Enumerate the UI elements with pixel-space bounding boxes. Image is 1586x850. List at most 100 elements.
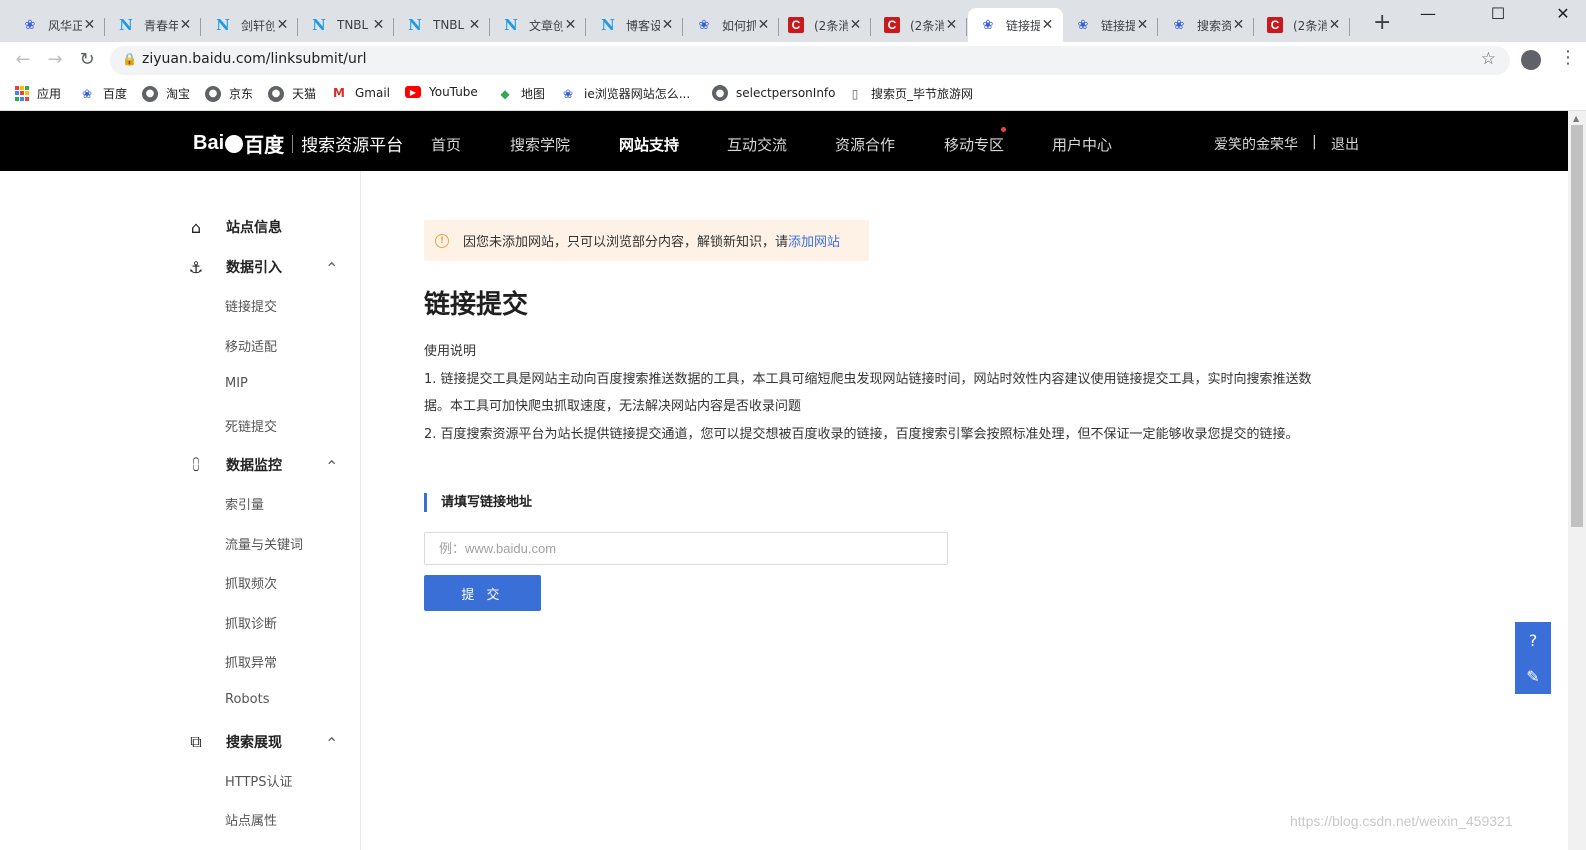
sidebar-item[interactable]: 索引量 bbox=[225, 494, 264, 513]
bookmark-item[interactable]: ❀ 百度 bbox=[79, 85, 127, 102]
close-tab-icon[interactable]: ✕ bbox=[563, 17, 578, 33]
tn-icon: N bbox=[408, 16, 422, 34]
add-site-link[interactable]: 添加网站 bbox=[788, 231, 840, 250]
page-title: 链接提交 bbox=[424, 290, 529, 320]
chevron-up-icon[interactable]: ⌃ bbox=[325, 457, 338, 476]
browser-tab[interactable]: ❀ 链接提 ✕ bbox=[968, 8, 1063, 42]
browser-tab[interactable]: ❀ 风华正 ✕ bbox=[10, 8, 105, 42]
feedback-icon[interactable]: ✎ bbox=[1515, 658, 1551, 694]
nav-item[interactable]: 互动交流 bbox=[727, 134, 787, 155]
sidebar-item[interactable]: 站点属性 bbox=[225, 810, 277, 829]
minimize-button[interactable]: — bbox=[1405, 4, 1451, 23]
sidebar-item[interactable]: 抓取异常 bbox=[225, 652, 277, 671]
profile-icon[interactable] bbox=[1521, 50, 1541, 70]
close-tab-icon[interactable]: ✕ bbox=[944, 17, 959, 33]
browser-tab[interactable]: N TNBL ✕ bbox=[299, 8, 394, 42]
bookmark-item[interactable]: ● selectpersonInfo bbox=[712, 85, 836, 101]
sidebar-item[interactable]: 流量与关键词 bbox=[225, 534, 303, 553]
username-link[interactable]: 爱笑的金荣华 bbox=[1214, 134, 1298, 154]
forward-icon[interactable]: → bbox=[44, 49, 66, 70]
vertical-scrollbar[interactable]: ▲ bbox=[1568, 111, 1586, 850]
close-window-button[interactable]: ✕ bbox=[1540, 4, 1586, 23]
close-tab-icon[interactable]: ✕ bbox=[275, 17, 290, 33]
address-bar[interactable]: 🔒 ziyuan.baidu.com/linksubmit/url ☆ bbox=[110, 46, 1510, 75]
nav-item[interactable]: 搜索学院 bbox=[510, 134, 570, 155]
sidebar-section[interactable]: ⧉ 搜索展现 bbox=[186, 732, 282, 752]
bookmark-item[interactable]: 应用 bbox=[15, 85, 61, 102]
sidebar-section[interactable]: ⩇ 数据监控 bbox=[186, 455, 282, 475]
back-icon[interactable]: ← bbox=[12, 49, 34, 70]
sidebar-item[interactable]: Robots bbox=[225, 692, 269, 707]
browser-tab[interactable]: N 青春年 ✕ bbox=[106, 8, 201, 42]
nav-item[interactable]: 资源合作 bbox=[835, 134, 895, 155]
tab-separator bbox=[585, 18, 586, 36]
sidebar-item[interactable]: MIP bbox=[225, 376, 248, 391]
csdn-icon: C bbox=[884, 17, 900, 33]
browser-tab[interactable]: N TNBL ✕ bbox=[395, 8, 490, 42]
bookmark-star-icon[interactable]: ☆ bbox=[1481, 49, 1496, 69]
close-tab-icon[interactable]: ✕ bbox=[660, 17, 675, 33]
help-icon[interactable]: ? bbox=[1515, 622, 1551, 658]
link-url-input[interactable] bbox=[424, 532, 948, 565]
sidebar-item[interactable]: 死链提交 bbox=[225, 416, 277, 435]
browser-tab[interactable]: ❀ 链接提 ✕ bbox=[1063, 8, 1158, 42]
chevron-up-icon[interactable]: ⌃ bbox=[325, 734, 338, 753]
sidebar: ⌂ 站点信息 ⚓ 数据引入 ⌃ 链接提交移动适配 MIP 死链提交 ⩇ 数据监控 ⌃ 索引量流量与关键… bbox=[0, 171, 361, 850]
scroll-up-icon[interactable]: ▲ bbox=[1573, 114, 1579, 123]
browser-tab[interactable]: N 文章创 ✕ bbox=[491, 8, 586, 42]
nav-item[interactable]: 用户中心 bbox=[1052, 134, 1112, 155]
submit-button[interactable]: 提 交 bbox=[424, 575, 541, 611]
nav-item[interactable]: 首页 bbox=[431, 134, 461, 155]
chevron-up-icon[interactable]: ⌃ bbox=[325, 259, 338, 278]
tab-title: 剑轩创 bbox=[241, 18, 275, 33]
browser-tab[interactable]: C (2条消 ✕ bbox=[776, 8, 871, 42]
tn-icon: N bbox=[216, 16, 230, 34]
browser-tab[interactable]: N 剑轩创 ✕ bbox=[203, 8, 298, 42]
browser-tab[interactable]: ❀ 搜索资 ✕ bbox=[1159, 8, 1254, 42]
browser-tab[interactable]: N 博客设 ✕ bbox=[588, 8, 683, 42]
notification-dot bbox=[1001, 127, 1006, 132]
url-text[interactable]: ziyuan.baidu.com/linksubmit/url bbox=[142, 51, 367, 67]
close-tab-icon[interactable]: ✕ bbox=[467, 17, 482, 33]
menu-icon[interactable]: ⋮ bbox=[1559, 49, 1577, 67]
tab-title: 链接提 bbox=[1006, 18, 1040, 33]
close-tab-icon[interactable]: ✕ bbox=[848, 17, 863, 33]
close-tab-icon[interactable]: ✕ bbox=[371, 17, 386, 33]
bookmark-item[interactable]: ▯ 搜索页_毕节旅游网 bbox=[847, 85, 973, 102]
close-tab-icon[interactable]: ✕ bbox=[1040, 17, 1055, 33]
browser-tab[interactable]: ❀ 如何抓 ✕ bbox=[684, 8, 779, 42]
nav-item[interactable]: 移动专区 bbox=[944, 134, 1004, 155]
bookmark-item[interactable]: M Gmail bbox=[331, 85, 390, 101]
bookmark-item[interactable]: ❀ ie浏览器网站怎么... bbox=[560, 85, 690, 102]
bookmark-item[interactable]: ● 淘宝 bbox=[142, 85, 190, 102]
sidebar-item[interactable]: 移动适配 bbox=[225, 336, 277, 355]
sidebar-section[interactable]: ⚓ 数据引入 bbox=[186, 257, 282, 277]
sidebar-item[interactable]: 抓取频次 bbox=[225, 573, 277, 592]
sidebar-item[interactable]: HTTPS认证 bbox=[225, 771, 293, 790]
bookmark-item[interactable]: ◆ 地图 bbox=[497, 85, 545, 102]
close-tab-icon[interactable]: ✕ bbox=[1135, 17, 1150, 33]
scroll-thumb[interactable] bbox=[1571, 125, 1583, 527]
bookmark-item[interactable]: ▶ YouTube bbox=[405, 85, 478, 99]
maximize-button[interactable]: ☐ bbox=[1475, 4, 1521, 23]
close-tab-icon[interactable]: ✕ bbox=[178, 17, 193, 33]
close-tab-icon[interactable]: ✕ bbox=[1327, 17, 1342, 33]
bookmark-item[interactable]: ● 京东 bbox=[205, 85, 253, 102]
bookmark-label: 京东 bbox=[229, 87, 254, 101]
lock-icon[interactable]: 🔒 bbox=[122, 52, 137, 66]
new-tab-button[interactable]: + bbox=[1373, 12, 1391, 34]
sidebar-item[interactable]: 链接提交 bbox=[225, 296, 277, 315]
close-tab-icon[interactable]: ✕ bbox=[756, 17, 771, 33]
sidebar-item[interactable]: 抓取诊断 bbox=[225, 613, 277, 632]
usage-line-3: 2. 百度搜索资源平台为站长提供链接提交通道，您可以提交想被百度收录的链接，百度… bbox=[424, 427, 1299, 442]
logout-link[interactable]: 退出 bbox=[1331, 134, 1359, 154]
sidebar-section[interactable]: ⌂ 站点信息 bbox=[186, 217, 282, 237]
baidu-logo[interactable]: Bai 百度 搜索资源平台 bbox=[193, 129, 403, 158]
browser-tab[interactable]: C (2条消 ✕ bbox=[872, 8, 967, 42]
close-tab-icon[interactable]: ✕ bbox=[82, 17, 97, 33]
browser-tab[interactable]: C (2条消 ✕ bbox=[1255, 8, 1350, 42]
nav-item[interactable]: 网站支持 bbox=[619, 134, 679, 155]
bookmark-item[interactable]: ● 天猫 bbox=[268, 85, 316, 102]
close-tab-icon[interactable]: ✕ bbox=[1231, 17, 1246, 33]
reload-icon[interactable]: ↻ bbox=[76, 49, 98, 70]
